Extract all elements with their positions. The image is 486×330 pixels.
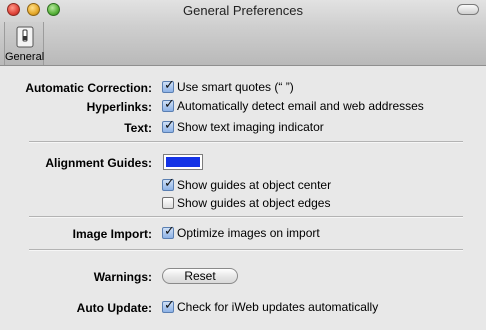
text-imaging-checkbox[interactable]: ✓ [162,117,175,133]
checkmark-icon: ✓ [164,297,175,312]
auto-update-option-label[interactable]: Check for iWeb updates automatically [177,300,378,314]
hyperlinks-label: Hyperlinks: [86,100,152,114]
optimize-images-checkbox[interactable]: ✓ [162,223,175,239]
guides-center-checkbox[interactable]: ✓ [162,175,175,191]
checkmark-icon: ✓ [164,117,175,132]
switch-icon [16,26,34,48]
guides-center-label[interactable]: Show guides at object center [177,178,331,192]
guides-edges-checkbox[interactable] [162,197,174,209]
separator [29,141,463,143]
optimize-images-label[interactable]: Optimize images on import [177,226,320,240]
alignment-guides-label: Alignment Guides: [45,156,152,170]
toolbar-toggle-button[interactable] [457,4,479,15]
checkmark-icon: ✓ [164,77,175,92]
separator [29,216,463,218]
smart-quotes-checkbox[interactable]: ✓ [162,77,175,93]
guide-color-well[interactable] [163,154,203,170]
warnings-label: Warnings: [93,270,152,284]
detect-addresses-checkbox[interactable]: ✓ [162,96,175,112]
automatic-correction-label: Automatic Correction: [25,81,152,95]
preferences-window: General Preferences General Automatic Co… [0,0,486,330]
guides-edges-label[interactable]: Show guides at object edges [177,196,330,210]
auto-update-checkbox[interactable]: ✓ [162,297,175,313]
reset-warnings-button[interactable]: Reset [162,268,238,284]
smart-quotes-label[interactable]: Use smart quotes (“ ”) [177,80,294,94]
checkmark-icon: ✓ [164,223,175,238]
text-label: Text: [124,121,152,135]
tab-general[interactable]: General [4,22,44,65]
text-imaging-label[interactable]: Show text imaging indicator [177,120,324,134]
window-title: General Preferences [183,3,303,18]
image-import-label: Image Import: [72,227,152,241]
guide-color-swatch [166,157,200,167]
detect-addresses-label[interactable]: Automatically detect email and web addre… [177,99,424,113]
checkmark-icon: ✓ [164,175,175,190]
title-toolbar: General Preferences General [0,0,486,66]
separator [29,249,463,251]
tab-general-label: General [5,51,45,63]
auto-update-label: Auto Update: [76,301,152,315]
checkmark-icon: ✓ [164,96,175,111]
